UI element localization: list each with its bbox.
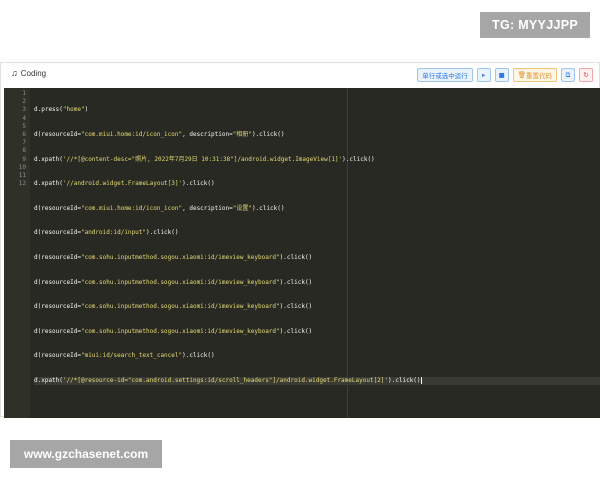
code-lines[interactable]: d.press("home") d(resourceId="com.miui.h… [34, 90, 600, 402]
line-number: 3 [22, 106, 26, 114]
refresh-button[interactable]: ↻ [579, 68, 593, 82]
string-literal: "com.miui.home:id/icon_icon" [80, 131, 183, 138]
string-literal: "miui:id/search_text_cancel" [80, 352, 183, 360]
top-watermark: TG: MYYJJPP [480, 12, 590, 38]
string-literal: "com.sohu.inputmethod.sogou.xiaomi:id/im… [80, 303, 280, 311]
panel-title: ♫ Coding [11, 68, 46, 78]
bottom-watermark: www.gzchasenet.com [10, 440, 162, 468]
line-number: 9 [22, 155, 26, 163]
line-number: 1 [22, 90, 26, 97]
string-literal: "com.sohu.inputmethod.sogou.xiaomi:id/im… [80, 278, 280, 286]
stop-button[interactable]: ■ [494, 68, 509, 82]
stop-icon: ■ [498, 71, 505, 79]
code-editor[interactable]: 1 2 3 4 5 6 7 8 9 10 11 12 d.press("home… [4, 88, 600, 418]
string-literal: "android:id/input" [80, 229, 146, 237]
panel-title-label: Coding [20, 68, 47, 78]
code-line[interactable]: d(resourceId="com.sohu.inputmethod.sogou… [34, 303, 600, 311]
line-number: 11 [18, 172, 26, 180]
string-literal: "com.sohu.inputmethod.sogou.xiaomi:id/im… [80, 253, 280, 261]
run-line-label: 单行或选中运行 [422, 72, 468, 80]
string-literal: "设置" [232, 204, 252, 212]
copy-icon: ⧉ [565, 70, 571, 79]
coding-panel: ♫ Coding 单行或选中运行 ▸ ■ 🗑︎ 重置代码 ⧉ ↻ 1 2 3 4… [0, 62, 600, 418]
reset-code-button[interactable]: 🗑︎ 重置代码 [512, 68, 557, 82]
line-numbers: 1 2 3 4 5 6 7 8 9 10 11 12 [4, 90, 26, 188]
line-number: 12 [18, 180, 26, 188]
code-line[interactable]: d(resourceId="miui:id/search_text_cancel… [34, 352, 600, 360]
string-literal: "home" [62, 106, 85, 114]
code-line[interactable]: d(resourceId="com.miui.home:id/icon_icon… [34, 131, 600, 139]
string-literal: "com.sohu.inputmethod.sogou.xiaomi:id/im… [80, 327, 280, 335]
code-line[interactable]: d(resourceId="com.sohu.inputmethod.sogou… [34, 328, 600, 336]
string-literal: '//*[@resource-id="com.android.settings:… [62, 376, 389, 384]
editor-toolbar: 单行或选中运行 ▸ ■ 🗑︎ 重置代码 ⧉ ↻ [417, 68, 593, 82]
line-number: 5 [22, 122, 26, 130]
code-line-active[interactable]: d.xpath('//*[@resource-id="com.android.s… [34, 376, 600, 386]
code-line[interactable]: d.press("home") [34, 106, 600, 114]
code-line[interactable]: d(resourceId="com.sohu.inputmethod.sogou… [34, 279, 600, 287]
code-line[interactable]: d(resourceId="com.miui.home:id/icon_icon… [34, 205, 600, 213]
line-number: 10 [18, 163, 26, 171]
run-line-button[interactable]: 单行或选中运行 [417, 68, 473, 82]
copy-button[interactable]: ⧉ [561, 68, 575, 82]
string-literal: "相册" [232, 131, 252, 138]
code-line[interactable]: d(resourceId="com.sohu.inputmethod.sogou… [34, 254, 600, 262]
string-literal: '//android.widget.FrameLayout[3]' [62, 180, 183, 188]
line-number: 4 [22, 114, 26, 122]
string-literal: '//*[@content-desc="照片, 2022年7月29日 10:31… [62, 155, 343, 163]
reset-code-label: 重置代码 [526, 72, 552, 80]
line-number: 8 [22, 147, 26, 155]
code-line[interactable]: d.xpath('//*[@content-desc="照片, 2022年7月2… [34, 156, 600, 164]
music-note-icon: ♫ [11, 68, 18, 78]
refresh-icon: ↻ [583, 71, 589, 79]
code-line[interactable]: d.xpath('//android.widget.FrameLayout[3]… [34, 180, 600, 188]
code-line[interactable]: d(resourceId="android:id/input").click() [34, 229, 600, 237]
panel-header: ♫ Coding 单行或选中运行 ▸ ■ 🗑︎ 重置代码 ⧉ ↻ [1, 63, 600, 87]
string-literal: "com.miui.home:id/icon_icon" [80, 204, 183, 212]
trash-icon: 🗑︎ [517, 71, 526, 79]
play-icon: ▸ [482, 71, 486, 79]
run-button[interactable]: ▸ [476, 68, 491, 82]
line-number: 7 [22, 139, 26, 147]
editor-gutter: 1 2 3 4 5 6 7 8 9 10 11 12 [4, 88, 30, 418]
text-cursor [420, 376, 422, 384]
line-number: 6 [22, 131, 26, 139]
line-number: 2 [22, 98, 26, 106]
